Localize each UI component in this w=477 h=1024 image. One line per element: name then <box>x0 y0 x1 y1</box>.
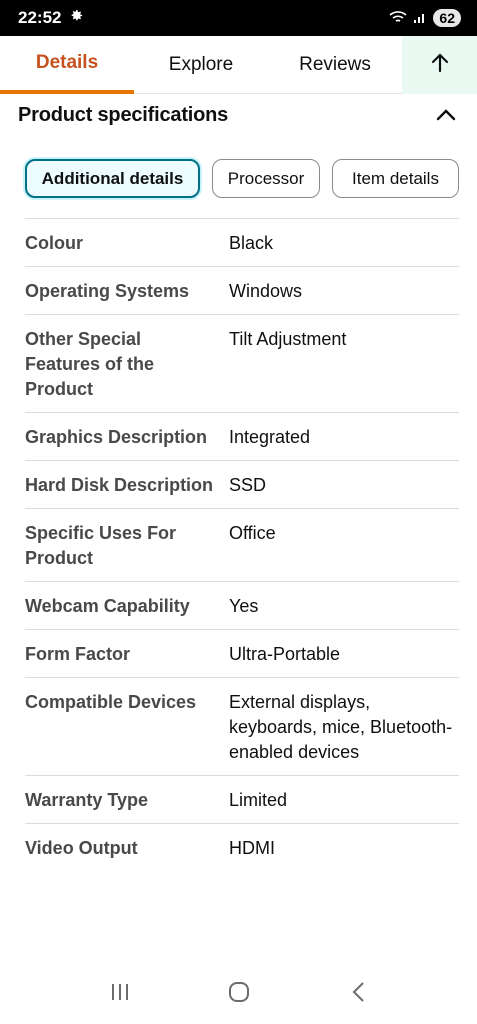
spec-value: Yes <box>229 596 259 616</box>
chip-additional-details[interactable]: Additional details <box>25 159 200 198</box>
spec-label: Compatible Devices <box>25 692 197 712</box>
spec-row: Hard Disk Description SSD <box>25 460 459 508</box>
spec-label: Form Factor <box>25 644 131 664</box>
spec-value: Ultra-Portable <box>229 644 341 664</box>
spec-value: Integrated <box>229 427 311 447</box>
spec-row: Warranty Type Limited <box>25 775 459 823</box>
spec-value: HDMI <box>229 838 275 858</box>
spec-label: Colour <box>25 233 83 253</box>
chevron-up-icon[interactable] <box>433 102 459 128</box>
status-time: 22:52 <box>18 8 62 27</box>
section-title: Product specifications <box>18 103 229 126</box>
spec-row: Operating Systems Windows <box>25 266 459 314</box>
tab-reviews[interactable]: Reviews <box>268 36 402 94</box>
spec-row: Graphics Description Integrated <box>25 412 459 460</box>
spec-label: Graphics Description <box>25 427 208 447</box>
spec-label: Webcam Capability <box>25 596 190 616</box>
spec-label: Video Output <box>25 838 138 858</box>
spec-label: Specific Uses For Product <box>25 523 177 568</box>
spec-value: Black <box>229 233 274 253</box>
back-button[interactable] <box>338 974 378 1014</box>
chip-item-details[interactable]: Item details <box>332 159 459 198</box>
spec-value: Limited <box>229 790 288 810</box>
spec-row: Form Factor Ultra-Portable <box>25 629 459 677</box>
spec-value: Office <box>229 523 276 543</box>
spec-value: External displays, keyboards, mice, Blue… <box>229 692 453 762</box>
spec-value: Tilt Adjustment <box>229 329 347 349</box>
signal-icon <box>413 10 427 27</box>
recent-apps-icon <box>109 982 131 1007</box>
tab-explore[interactable]: Explore <box>134 36 268 94</box>
spec-row: Compatible Devices External displays, ke… <box>25 677 459 775</box>
home-icon <box>228 981 250 1008</box>
system-nav-bar <box>0 964 477 1024</box>
spec-filter-chips: Additional details Processor Item detail… <box>25 159 459 198</box>
battery-indicator: 62 <box>433 9 461 27</box>
spec-row: Other Special Features of the Product Ti… <box>25 314 459 412</box>
status-bar: 22:52 62 <box>0 0 477 36</box>
tab-details[interactable]: Details <box>0 36 134 94</box>
spec-row: Specific Uses For Product Office <box>25 508 459 581</box>
spec-row: Video Output HDMI <box>25 823 459 871</box>
scroll-to-top-button[interactable] <box>402 36 477 94</box>
arrow-up-icon <box>429 50 451 81</box>
spec-label: Operating Systems <box>25 281 190 301</box>
spec-label: Hard Disk Description <box>25 475 214 495</box>
chip-processor[interactable]: Processor <box>212 159 320 198</box>
spec-value: SSD <box>229 475 267 495</box>
tab-bar: Details Explore Reviews <box>0 36 477 94</box>
spec-table: Colour Black Operating Systems Windows O… <box>25 218 459 871</box>
spec-value: Windows <box>229 281 303 301</box>
spec-label: Warranty Type <box>25 790 149 810</box>
spec-row: Colour Black <box>25 218 459 266</box>
spec-label: Other Special Features of the Product <box>25 329 155 399</box>
back-chevron-icon <box>351 981 365 1008</box>
home-button[interactable] <box>219 974 259 1014</box>
product-specifications-header[interactable]: Product specifications <box>0 94 477 136</box>
wifi-icon <box>389 10 407 27</box>
settings-gear-icon <box>69 8 84 28</box>
recent-apps-button[interactable] <box>100 974 140 1014</box>
spec-row: Webcam Capability Yes <box>25 581 459 629</box>
